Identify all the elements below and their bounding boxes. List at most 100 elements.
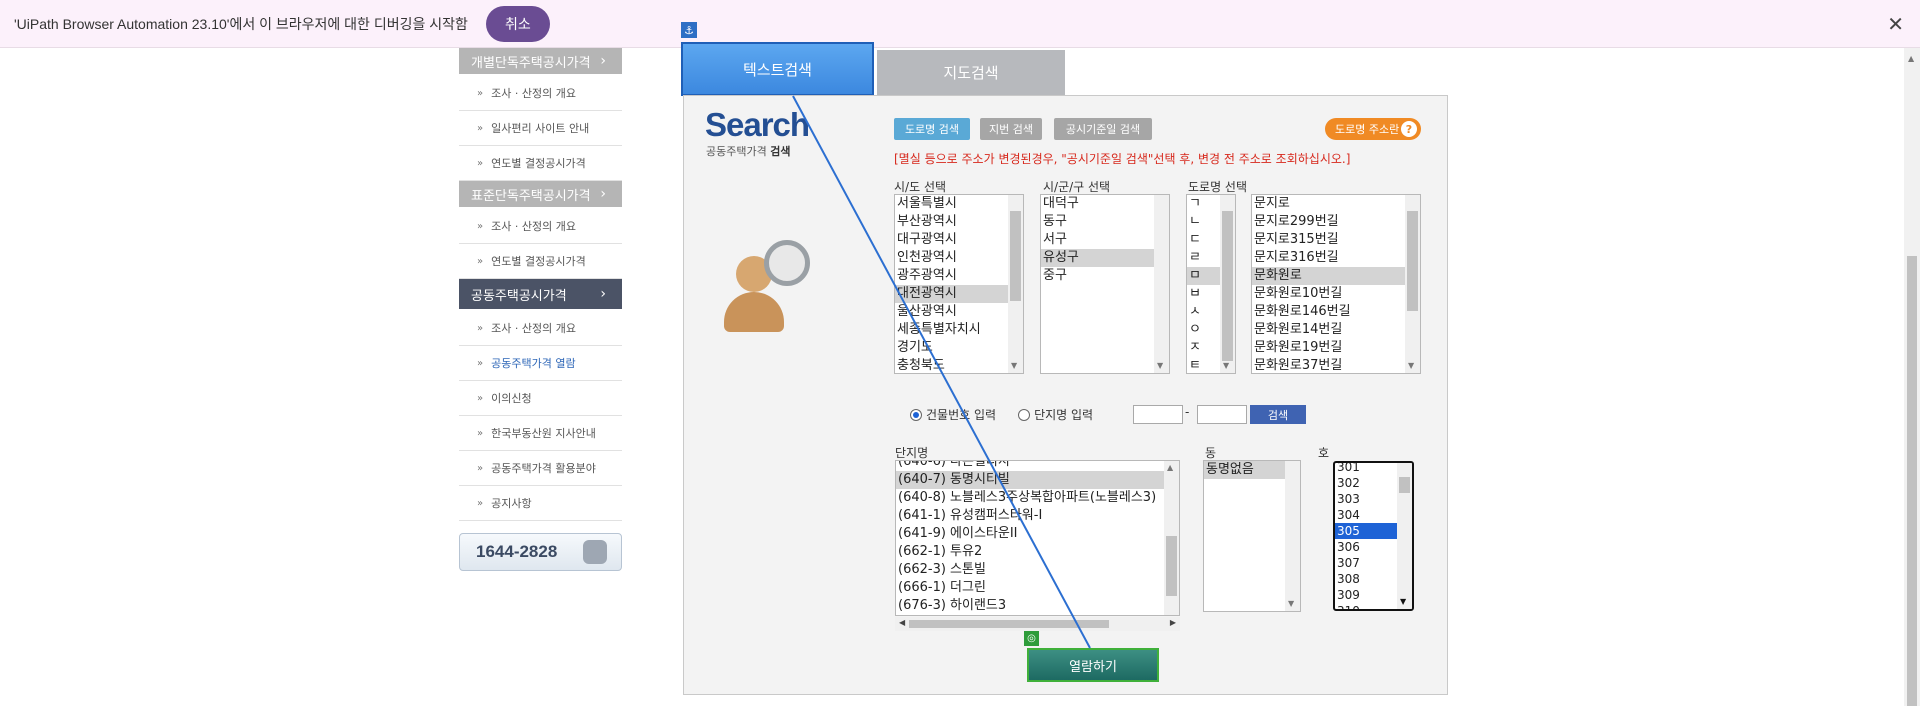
listbox-scrollbar[interactable]: ▼ (1285, 461, 1300, 611)
list-item[interactable]: 문화원로10번길 (1252, 285, 1420, 303)
list-item-selected[interactable]: 유성구 (1041, 249, 1169, 267)
list-item[interactable]: (666-1) 더그린 (896, 579, 1179, 597)
list-item[interactable]: 문화원로19번길 (1252, 339, 1420, 357)
list-item[interactable]: (640-6) 다온빌리지 (896, 461, 1179, 471)
list-item[interactable]: 경기도 (895, 339, 1023, 357)
list-item[interactable]: (662-1) 투유2 (896, 543, 1179, 561)
listbox-scrollbar[interactable]: ▼ (1405, 195, 1420, 373)
nav-item-survey-overview[interactable]: 조사 · 산정의 개요 (459, 76, 622, 111)
list-item-selected[interactable]: 문화원로 (1252, 267, 1420, 285)
list-item[interactable]: 문지로299번길 (1252, 213, 1420, 231)
complex-listbox[interactable]: (640-6) 다온빌리지 (640-7) 동명시티빌 (640-8) 노블레스… (895, 460, 1180, 616)
list-item[interactable]: 울산광역시 (895, 303, 1023, 321)
scroll-down-icon[interactable]: ▼ (1223, 361, 1229, 370)
building-main-number-input[interactable] (1133, 405, 1183, 424)
nav-item-branch-guide[interactable]: 한국부동산원 지사안내 (459, 416, 622, 451)
scroll-up-icon[interactable]: ▲ (1908, 54, 1914, 63)
nav-item-notice[interactable]: 공지사항 (459, 486, 622, 521)
nav-item-survey-overview[interactable]: 조사 · 산정의 개요 (459, 311, 622, 346)
list-item[interactable]: 서울특별시 (895, 195, 1023, 213)
page-scrollbar[interactable]: ▲ (1904, 48, 1920, 706)
list-item[interactable]: 중구 (1041, 267, 1169, 285)
scroll-down-icon[interactable]: ▼ (1400, 597, 1406, 606)
list-item[interactable]: 광주광역시 (895, 267, 1023, 285)
nav-section-standard[interactable]: 표준단독주택공시가격 › (459, 181, 622, 207)
nav-item-usage[interactable]: 공동주택가격 활용분야 (459, 451, 622, 486)
sigungu-listbox[interactable]: 대덕구 동구 서구 유성구 중구 ▼ (1040, 194, 1170, 374)
listbox-scrollbar[interactable]: ▼ (1154, 195, 1169, 373)
road-listbox[interactable]: 문지로 문지로299번길 문지로315번길 문지로316번길 문화원로 문화원로… (1251, 194, 1421, 374)
tab-text-search[interactable]: 텍스트검색 (681, 42, 874, 96)
nav-item-yearly-price[interactable]: 연도별 결정공시가격 (459, 244, 622, 279)
nav-section-apartment[interactable]: 공동주택공시가격 › (459, 279, 622, 309)
complex-horizontal-scrollbar[interactable]: ◀ ▶ (895, 617, 1180, 631)
building-sub-number-input[interactable] (1197, 405, 1247, 424)
list-item[interactable]: (641-1) 유성캠퍼스타워-I (896, 507, 1179, 525)
scrollbar-thumb[interactable] (1010, 211, 1021, 301)
initial-consonant-listbox[interactable]: ㄱ ㄴ ㄷ ㄹ ㅁ ㅂ ㅅ ㅇ ㅈ ㅌ ▼ (1186, 194, 1236, 374)
dong-listbox[interactable]: 동명없음 ▼ (1203, 460, 1301, 612)
list-item-selected[interactable]: (640-7) 동명시티빌 (896, 471, 1179, 489)
search-button[interactable]: 검색 (1250, 405, 1306, 424)
scrollbar-thumb[interactable] (1907, 256, 1917, 706)
scroll-right-icon[interactable]: ▶ (1170, 618, 1176, 627)
list-item[interactable]: (676-3) 하이랜드3 (896, 597, 1179, 615)
list-item[interactable]: 문화원로14번길 (1252, 321, 1420, 339)
ho-listbox[interactable]: 301 302 303 304 305 306 307 308 309 310 … (1333, 461, 1414, 611)
list-item[interactable]: 대구광역시 (895, 231, 1023, 249)
date-search-button[interactable]: 공시기준일 검색 (1054, 118, 1152, 140)
list-item[interactable]: 대덕구 (1041, 195, 1169, 213)
road-search-button[interactable]: 도로명 검색 (894, 118, 970, 140)
scrollbar-thumb[interactable] (1399, 477, 1410, 493)
scrollbar-thumb[interactable] (1166, 536, 1177, 596)
list-item[interactable]: 충청북도 (895, 357, 1023, 373)
list-item[interactable]: (640-8) 노블레스3주상복합아파트(노블레스3) (896, 489, 1179, 507)
list-item[interactable]: 부산광역시 (895, 213, 1023, 231)
listbox-scrollbar[interactable]: ▲ (1164, 461, 1179, 615)
list-item[interactable]: 서구 (1041, 231, 1169, 249)
scroll-down-icon[interactable]: ▼ (1288, 599, 1294, 608)
list-item-selected[interactable]: 대전광역시 (895, 285, 1023, 303)
view-button[interactable]: 열람하기 (1027, 648, 1159, 682)
scroll-down-icon[interactable]: ▼ (1408, 361, 1414, 370)
listbox-scrollbar[interactable]: ▼ (1008, 195, 1023, 373)
list-item[interactable]: 문화원로146번길 (1252, 303, 1420, 321)
scrollbar-thumb[interactable] (1407, 211, 1418, 311)
tab-map-search[interactable]: 지도검색 (877, 50, 1065, 95)
list-item[interactable]: (662-3) 스톤빌 (896, 561, 1179, 579)
scrollbar-thumb[interactable] (1222, 211, 1233, 361)
road-address-button[interactable]: 도로명 주소란 ? (1325, 118, 1421, 140)
list-item[interactable]: 문지로315번길 (1252, 231, 1420, 249)
list-item[interactable]: (641-9) 에이스타운II (896, 525, 1179, 543)
nav-item-yearly-price[interactable]: 연도별 결정공시가격 (459, 146, 622, 181)
scroll-left-icon[interactable]: ◀ (899, 618, 905, 627)
scroll-down-icon[interactable]: ▼ (1157, 361, 1163, 370)
sido-listbox[interactable]: 서울특별시 부산광역시 대구광역시 인천광역시 광주광역시 대전광역시 울산광역… (894, 194, 1024, 374)
listbox-scrollbar[interactable]: ▼ (1220, 195, 1235, 373)
building-number-radio[interactable] (910, 408, 922, 421)
listbox-scrollbar[interactable]: ▼ (1397, 463, 1412, 609)
complex-name-label[interactable]: 단지명 입력 (1034, 406, 1093, 423)
nav-item-objection[interactable]: 이의신청 (459, 381, 622, 416)
list-item[interactable]: 동구 (1041, 213, 1169, 231)
list-item[interactable]: 문지로 (1252, 195, 1420, 213)
lot-search-button[interactable]: 지번 검색 (980, 118, 1042, 140)
close-icon[interactable]: ✕ (1887, 12, 1904, 36)
building-number-label[interactable]: 건물번호 입력 (926, 406, 996, 423)
scrollbar-thumb[interactable] (909, 620, 1109, 628)
list-item[interactable]: 문화원로37번길 (1252, 357, 1420, 373)
input-mode-radios: 건물번호 입력 단지명 입력 (910, 406, 1093, 423)
nav-item-survey-overview[interactable]: 조사 · 산정의 개요 (459, 209, 622, 244)
dong-label: 동 (1205, 446, 1217, 460)
cancel-button[interactable]: 취소 (485, 5, 550, 42)
nav-section-individual[interactable]: 개별단독주택공시가격 › (459, 48, 622, 74)
complex-name-radio[interactable] (1018, 408, 1031, 421)
list-item[interactable]: 인천광역시 (895, 249, 1023, 267)
scroll-up-icon[interactable]: ▲ (1167, 463, 1173, 472)
scroll-down-icon[interactable]: ▼ (1011, 361, 1017, 370)
list-item[interactable]: 세종특별자치시 (895, 321, 1023, 339)
nav-item-ilsapyeonli[interactable]: 일사편리 사이트 안내 (459, 111, 622, 146)
road-label: 도로명 선택 (1188, 180, 1248, 194)
nav-item-apartment-price-view[interactable]: 공동주택가격 열람 (459, 346, 622, 381)
list-item[interactable]: 문지로316번길 (1252, 249, 1420, 267)
